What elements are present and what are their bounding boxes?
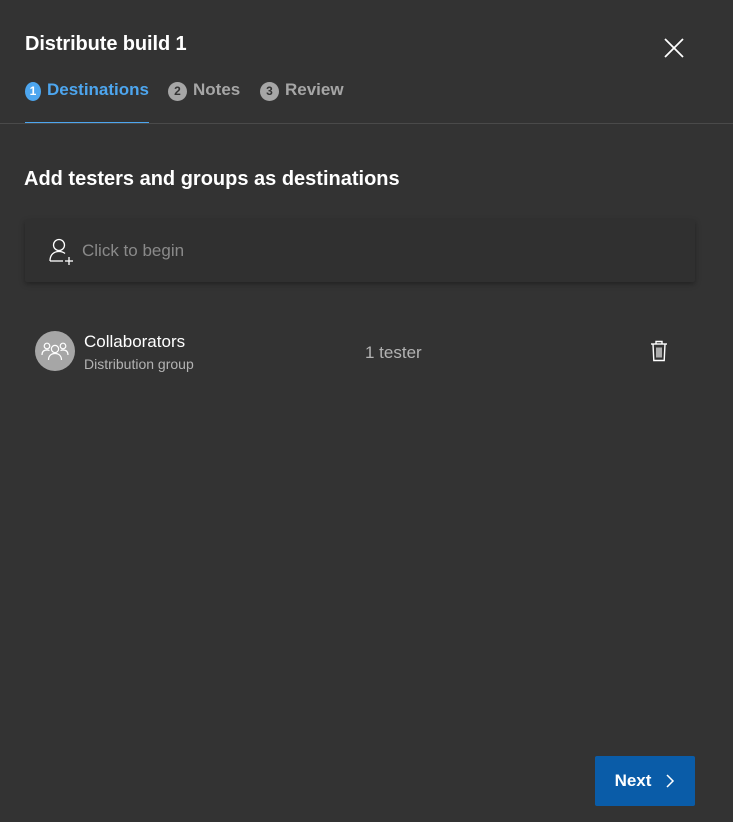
add-person-icon	[49, 238, 73, 265]
avatar	[35, 331, 75, 371]
step-number: 3	[260, 82, 279, 101]
destination-search-input[interactable]	[82, 241, 642, 261]
chevron-right-icon	[666, 774, 675, 788]
close-icon	[664, 38, 684, 58]
group-type: Distribution group	[84, 356, 194, 372]
group-name: Collaborators	[84, 332, 186, 351]
next-button[interactable]: Next	[595, 756, 695, 806]
close-button[interactable]	[660, 34, 688, 62]
destination-row: Collaborators Distribution group 1 teste…	[35, 331, 685, 373]
section-heading: Add testers and groups as destinations	[24, 168, 400, 190]
dialog-title: Distribute build 1	[25, 33, 187, 55]
group-icon	[41, 342, 69, 361]
step-label: Review	[285, 80, 344, 99]
distribute-dialog: Distribute build 1 1 Destinations 2 Note…	[0, 0, 733, 822]
tab-review[interactable]: 3 Review	[260, 80, 344, 124]
remove-destination-button[interactable]	[649, 340, 669, 362]
tab-notes[interactable]: 2 Notes	[168, 80, 240, 124]
tab-destinations[interactable]: 1 Destinations	[25, 80, 149, 124]
destination-picker[interactable]	[25, 220, 695, 282]
header-divider	[0, 123, 733, 124]
step-label: Destinations	[46, 80, 149, 99]
tester-count: 1 tester	[365, 343, 422, 362]
step-number: 2	[168, 82, 187, 101]
step-number: 1	[25, 82, 41, 101]
next-button-label: Next	[614, 771, 652, 790]
trash-icon	[651, 340, 667, 362]
step-label: Notes	[193, 80, 241, 99]
